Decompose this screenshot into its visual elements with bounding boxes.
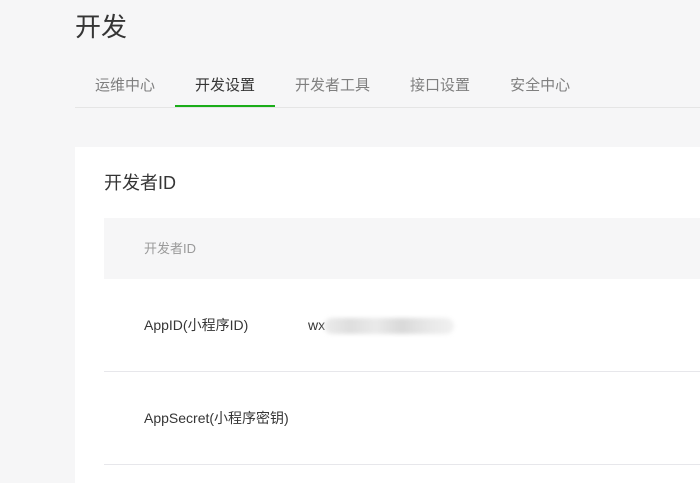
table-header: 开发者ID	[104, 218, 700, 279]
tab-dev-settings[interactable]: 开发设置	[175, 66, 276, 107]
appid-label: AppID(小程序ID)	[144, 317, 249, 333]
tab-bar: 运维中心 开发设置 开发者工具 接口设置 安全中心	[75, 66, 700, 108]
tab-ops-center[interactable]: 运维中心	[75, 66, 175, 106]
tab-security-center[interactable]: 安全中心	[490, 66, 590, 106]
appid-value: wx	[308, 317, 326, 333]
table-row-appid: AppID(小程序ID) wx	[104, 279, 700, 372]
tab-dev-tools[interactable]: 开发者工具	[275, 66, 390, 106]
section-title: 开发者ID	[104, 173, 176, 193]
developer-id-card: 开发者ID 开发者ID AppID(小程序ID) wx AppSecret(小程…	[75, 147, 700, 483]
table-header-label: 开发者ID	[144, 241, 197, 256]
table-row-appsecret: AppSecret(小程序密钥)	[104, 372, 700, 465]
tab-api-settings[interactable]: 接口设置	[390, 66, 490, 106]
redacted-blur	[324, 318, 454, 334]
appsecret-label: AppSecret(小程序密钥)	[144, 410, 289, 426]
page-title: 开发	[75, 12, 128, 42]
